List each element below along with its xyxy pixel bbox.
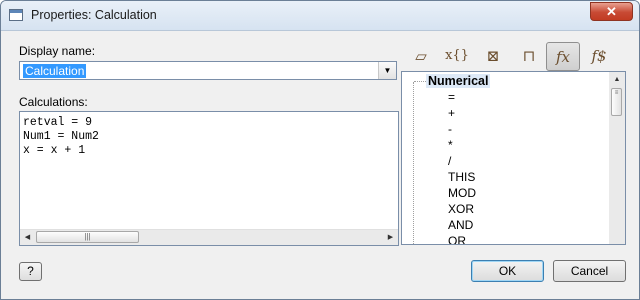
string-function-icon[interactable]: f$ <box>582 42 616 71</box>
display-name-input[interactable]: Calculation <box>23 64 87 78</box>
scrollbar-thumb[interactable]: ||| <box>36 231 139 243</box>
tree-item[interactable]: THIS <box>448 170 475 184</box>
variable-box-icon[interactable]: ⊠ <box>476 42 510 71</box>
function-toolbar: ▱ x{} ⊠ ⊓ fx f$ <box>404 42 626 72</box>
chevron-down-icon[interactable]: ▼ <box>378 62 396 79</box>
tree-root-numerical[interactable]: Numerical <box>426 74 491 88</box>
component-icon[interactable]: ⊓ <box>512 42 546 71</box>
tree-item[interactable]: AND <box>448 218 473 232</box>
function-icon[interactable]: fx <box>546 42 580 71</box>
horizontal-scrollbar[interactable]: ◀ ||| ▶ <box>20 229 398 245</box>
display-name-label: Display name: <box>19 44 96 58</box>
display-name-combobox[interactable]: Calculation ▼ <box>19 61 397 80</box>
tree-item[interactable]: XOR <box>448 202 474 216</box>
calculations-editor[interactable]: retval = 9 Num1 = Num2 x = x + 1 ◀ ||| ▶ <box>19 111 399 246</box>
tree-item[interactable]: - <box>448 122 452 136</box>
tree-item[interactable]: / <box>448 154 451 168</box>
tree-connector <box>414 81 426 82</box>
calculations-label: Calculations: <box>19 95 88 109</box>
parallelogram-icon[interactable]: ▱ <box>404 42 438 71</box>
variable-braces-icon[interactable]: x{} <box>440 42 474 71</box>
ok-button[interactable]: OK <box>471 260 544 282</box>
tree-item[interactable]: MOD <box>448 186 476 200</box>
tree-item[interactable]: * <box>448 138 453 152</box>
tree-connector <box>413 82 414 244</box>
scroll-up-icon[interactable]: ▲ <box>609 72 625 87</box>
cancel-button[interactable]: Cancel <box>553 260 626 282</box>
tree-item[interactable]: + <box>448 106 455 120</box>
tree-item[interactable]: OR <box>448 234 466 244</box>
function-tree[interactable]: Numerical = + - * / THIS MOD XOR AND OR … <box>401 71 626 245</box>
window-icon <box>9 9 23 21</box>
calculations-code[interactable]: retval = 9 Num1 = Num2 x = x + 1 <box>23 116 99 158</box>
help-button[interactable]: ? <box>19 262 42 281</box>
tree-item[interactable]: = <box>448 90 455 104</box>
scroll-left-icon[interactable]: ◀ <box>20 230 35 245</box>
title-bar[interactable]: Properties: Calculation ✕ <box>1 1 639 31</box>
scrollbar-thumb[interactable]: ≡ <box>611 88 622 116</box>
vertical-scrollbar[interactable]: ▲ ≡ <box>609 72 625 244</box>
scroll-right-icon[interactable]: ▶ <box>383 230 398 245</box>
window-title: Properties: Calculation <box>31 8 157 22</box>
properties-dialog: Properties: Calculation ✕ Display name: … <box>0 0 640 300</box>
close-button[interactable]: ✕ <box>590 2 633 21</box>
